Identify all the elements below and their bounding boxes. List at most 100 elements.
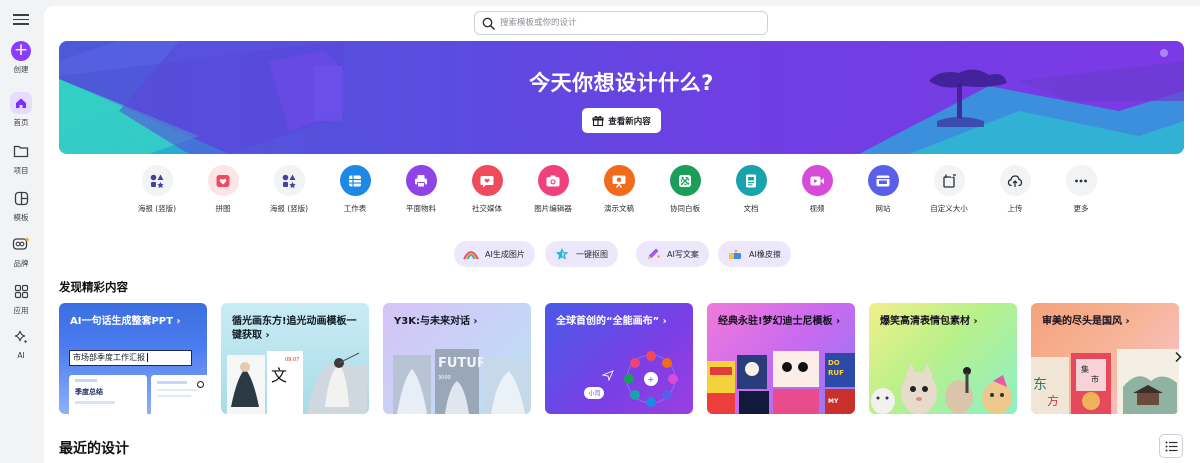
svg-text:文: 文 [271, 366, 287, 385]
search-bar[interactable] [474, 11, 768, 35]
ai-generate-image-chip[interactable]: AI生成图片 [454, 241, 535, 267]
ppt-prompt-text: 市场部季度工作汇报 [73, 353, 145, 362]
design-type-print[interactable]: 平面物料 [388, 165, 454, 214]
sidebar-item-ai[interactable]: AI [0, 326, 42, 360]
rainbow-icon [463, 251, 479, 260]
sidebar-item-label: AI [17, 351, 25, 360]
ppt-slide-preview-2 [151, 375, 207, 414]
discover-card-title: AI一句话生成整套PPT › [70, 316, 181, 327]
svg-text:集: 集 [1081, 364, 1089, 374]
main-panel: 今天你想设计什么? 查看新内容 海报 (竖版) 拼图 海报 (竖版) [44, 6, 1200, 463]
design-type-poster[interactable]: 海报 (竖版) [124, 165, 190, 214]
eraser-icon [729, 249, 741, 259]
discover-card-memes[interactable]: 爆笑高清表情包素材 › [869, 303, 1017, 414]
sidebar-item-templates[interactable]: 模板 [0, 187, 42, 223]
discover-card-y3k[interactable]: Y3K:与未来对话 › FUTURE 3000 [383, 303, 531, 414]
whiteboard-icon [669, 165, 701, 196]
menu-icon[interactable] [11, 11, 31, 27]
home-icon [10, 92, 32, 114]
hero-background-art [59, 41, 1184, 154]
view-new-content-button[interactable]: 查看新内容 [582, 108, 661, 133]
discover-card-title: 经典永驻!梦幻迪士尼模板 › [718, 316, 841, 327]
design-type-presentation[interactable]: 演示文稿 [586, 165, 652, 214]
disney-poster-art: DO RUF MY [707, 351, 855, 414]
discover-section-title: 发现精彩内容 [59, 280, 128, 294]
design-type-sheet[interactable]: 工作表 [322, 165, 388, 214]
ai-copywriting-chip[interactable]: AI写文案 [636, 241, 709, 267]
svg-text:方: 方 [1047, 393, 1059, 408]
shapes-icon [273, 165, 305, 196]
design-type-poster-2[interactable]: 海报 (竖版) [256, 165, 322, 214]
sidebar-item-create[interactable]: + 创建 [0, 41, 42, 75]
y3k-poster-art: FUTURE 3000 [393, 349, 531, 414]
sidebar-item-label: 创建 [13, 65, 29, 74]
sidebar: + 创建 首页 项目 模板 品牌 应用 AI [0, 0, 42, 463]
design-type-label: 海报 (竖版) [137, 204, 177, 213]
hero-title: 今天你想设计什么? [529, 71, 714, 95]
one-click-cutout-chip[interactable]: 一键抠图 [545, 241, 618, 267]
print-icon [405, 165, 437, 196]
design-type-label: 拼图 [215, 204, 231, 213]
design-type-label: 图片编辑器 [534, 204, 572, 213]
more-icon [1065, 165, 1097, 196]
svg-text:DO: DO [828, 359, 840, 367]
design-type-label: 自定义大小 [930, 204, 968, 213]
design-type-label: 演示文稿 [604, 204, 634, 213]
pen-icon [648, 248, 660, 259]
design-type-collage[interactable]: 拼图 [190, 165, 256, 214]
guofeng-poster-art: 东 方 集 市 [1031, 349, 1179, 414]
folder-icon [10, 140, 32, 162]
ai-chip-label: AI写文案 [667, 249, 699, 259]
design-type-upload[interactable]: 上传 [982, 165, 1048, 214]
ppt-slide-preview: 季度总结 [69, 375, 147, 414]
ai-eraser-chip[interactable]: AI橡皮擦 [718, 241, 791, 267]
plus-icon: + [11, 41, 31, 61]
gift-icon [592, 115, 604, 126]
discover-card-title: 爆笑高清表情包素材 › [880, 316, 978, 327]
discover-card-title: Y3K:与未来对话 › [394, 316, 478, 327]
sidebar-item-home[interactable]: 首页 [0, 92, 42, 128]
design-type-whiteboard[interactable]: 协同白板 [652, 165, 718, 214]
custom-size-icon [933, 165, 965, 196]
design-type-label: 视频 [809, 204, 825, 213]
design-type-more[interactable]: 更多 [1048, 165, 1114, 214]
doc-icon [735, 165, 767, 196]
canvas-apps-orbit-art: + 小司 [584, 351, 678, 407]
ai-chip-label: 一键抠图 [576, 249, 608, 259]
design-type-website[interactable]: 网站 [850, 165, 916, 214]
website-icon [867, 165, 899, 196]
brand-icon [10, 233, 32, 255]
camera-icon [537, 165, 569, 196]
discover-card-disney[interactable]: 经典永驻!梦幻迪士尼模板 › DO RUF MY [707, 303, 855, 414]
list-view-button[interactable] [1159, 434, 1183, 458]
discover-card-animation[interactable]: 循光画东方!追光动画模板一键获取 › 文 09.07 [221, 303, 369, 414]
design-type-label: 工作表 [343, 204, 367, 213]
sidebar-item-brand[interactable]: 品牌 [0, 233, 42, 269]
design-type-custom-size[interactable]: 自定义大小 [916, 165, 982, 214]
list-icon [1165, 441, 1178, 452]
design-type-label: 海报 (竖版) [269, 204, 309, 213]
video-icon [801, 165, 833, 196]
shapes-icon [141, 165, 173, 196]
sidebar-item-projects[interactable]: 项目 [0, 140, 42, 176]
discover-card-canvas[interactable]: 全球首创的“全能画布” › + 小司 [545, 303, 693, 414]
upload-icon [999, 165, 1031, 196]
discover-card-ai-ppt[interactable]: AI一句话生成整套PPT › 市场部季度工作汇报 季度总结 [59, 303, 207, 414]
sidebar-item-label: 项目 [13, 166, 29, 175]
design-type-label: 平面物料 [406, 204, 436, 213]
apps-grid-icon [10, 280, 32, 302]
design-type-video[interactable]: 视频 [784, 165, 850, 214]
design-type-photo-editor[interactable]: 图片编辑器 [520, 165, 586, 214]
design-type-label: 社交媒体 [472, 204, 502, 213]
sidebar-item-label: 应用 [13, 306, 29, 315]
discover-card-guofeng[interactable]: 审美的尽头是国风 › 东 方 集 市 [1031, 303, 1179, 414]
svg-text:09.07: 09.07 [285, 357, 299, 363]
search-input[interactable] [500, 15, 755, 31]
design-type-doc[interactable]: 文档 [718, 165, 784, 214]
sidebar-item-label: 模板 [13, 213, 29, 222]
ppt-prompt-input: 市场部季度工作汇报 [69, 350, 192, 366]
sidebar-item-apps[interactable]: 应用 [0, 280, 42, 316]
sparkle-icon [10, 326, 32, 348]
design-type-social[interactable]: 社交媒体 [454, 165, 520, 214]
carousel-next-arrow-icon[interactable] [1174, 351, 1186, 365]
